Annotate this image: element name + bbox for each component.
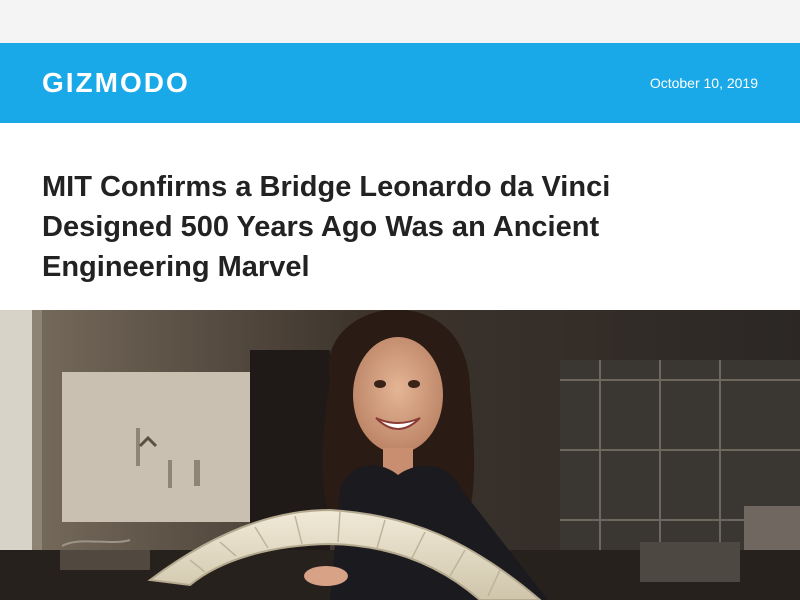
headline-section: MIT Confirms a Bridge Leonardo da Vinci … [0,123,800,310]
gizmodo-logo[interactable]: GIZMODO [42,67,190,99]
publish-date: October 10, 2019 [649,75,758,91]
site-header: GIZMODO October 10, 2019 [0,43,800,123]
photo-woman-with-bridge-model-icon [0,310,800,600]
browser-top-strip [0,0,800,43]
hero-image [0,310,800,600]
article-headline: MIT Confirms a Bridge Leonardo da Vinci … [42,171,611,283]
